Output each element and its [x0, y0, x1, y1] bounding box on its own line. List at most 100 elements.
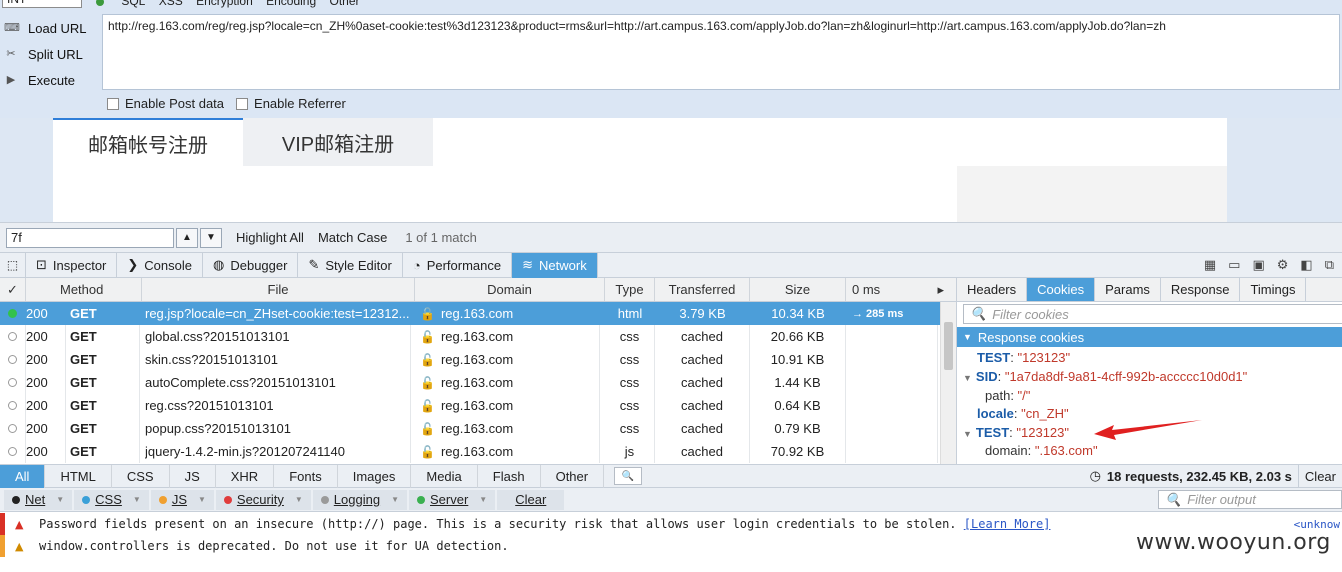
col-timeline[interactable]: 0 ms ▸ — [846, 278, 956, 301]
cookie-attr-row: path: "/" — [985, 388, 1031, 403]
row-size: 10.34 KB — [771, 306, 825, 321]
tab-inspector[interactable]: ⊡ Inspector — [26, 252, 118, 278]
severity-bar — [0, 513, 5, 535]
filter-images[interactable]: Images — [338, 464, 412, 488]
menu-sql[interactable]: SQL — [121, 0, 145, 8]
screenshot-icon[interactable]: ▣ — [1252, 257, 1264, 273]
tab-console-label: Console — [144, 257, 192, 273]
filter-all[interactable]: All — [0, 464, 46, 488]
tab-cookies[interactable]: Cookies — [1027, 278, 1096, 301]
match-case-button[interactable]: Match Case — [318, 230, 387, 245]
execute-button[interactable]: ▶ Execute — [0, 67, 100, 93]
tab-headers[interactable]: Headers — [957, 278, 1028, 301]
message-text: window.controllers is deprecated. Do not… — [39, 539, 509, 553]
console-filter-server[interactable]: Server ▼ — [409, 489, 496, 510]
find-next-button[interactable]: ▼ — [200, 227, 222, 248]
col-type[interactable]: Type — [605, 278, 655, 301]
message-source-link[interactable]: <unknow — [1294, 518, 1340, 531]
dock-icon[interactable]: ◧ — [1300, 257, 1312, 273]
col-method[interactable]: Method — [26, 278, 142, 301]
tab-console[interactable]: ❯ Console — [117, 252, 203, 278]
network-row[interactable]: 200 GET global.css?20151013101 🔓 reg.163.com… — [0, 325, 940, 348]
filter-output-input[interactable]: 🔍 Filter output — [1158, 490, 1342, 509]
network-row[interactable]: 200 GET popup.css?20151013101 🔓 reg.163.com c… — [0, 417, 940, 440]
col-status[interactable]: ✓ — [0, 278, 26, 301]
find-input[interactable]: 7f — [6, 227, 174, 248]
load-url-button[interactable]: ⌨ Load URL — [0, 15, 100, 41]
filter-fonts[interactable]: Fonts — [274, 464, 338, 488]
menu-encryption[interactable]: Encryption — [196, 0, 253, 8]
url-textarea[interactable]: http://reg.163.com/reg/reg.jsp?locale=cn… — [102, 14, 1340, 90]
console-filter-net[interactable]: Net ▼ — [4, 489, 73, 510]
tab-performance[interactable]: ◔ Performance — [403, 252, 513, 278]
network-row[interactable]: 200 GET reg.jsp?locale=cn_ZHset-cookie:tes… — [0, 302, 940, 325]
row-status: 200 — [26, 417, 66, 440]
tab-timings[interactable]: Timings — [1240, 278, 1307, 301]
console-filter-logging[interactable]: Logging ▼ — [312, 489, 407, 510]
filter-html[interactable]: HTML — [45, 464, 112, 488]
gauge-icon: ◔ — [412, 257, 421, 273]
tab-network[interactable]: ≋ Network — [512, 252, 598, 278]
learn-more-link[interactable]: [Learn More] — [964, 517, 1051, 531]
row-transferred: cached — [655, 417, 750, 440]
tab-debugger[interactable]: ◍ Debugger — [203, 252, 299, 278]
console-filter-css[interactable]: CSS ▼ — [74, 489, 149, 510]
filter-media[interactable]: Media — [411, 464, 478, 488]
network-row[interactable]: 200 GET skin.css?20151013101 🔓 reg.163.com cs… — [0, 348, 940, 371]
row-type: js — [605, 440, 655, 463]
console-filter-js[interactable]: JS ▼ — [150, 489, 214, 510]
find-bar: 7f ▲ ▼ Highlight All Match Case 1 of 1 m… — [0, 222, 1342, 252]
responsive-icon[interactable]: ▭ — [1228, 257, 1240, 273]
undock-icon[interactable]: ⧉ — [1325, 257, 1334, 273]
network-scrollbar[interactable] — [940, 302, 956, 464]
filter-flash[interactable]: Flash — [478, 464, 541, 488]
category-dot-icon — [158, 495, 167, 504]
network-row[interactable]: 200 GET reg.css?20151013101 🔓 reg.163.com css… — [0, 394, 940, 417]
tab-style-editor[interactable]: ✎ Style Editor — [298, 252, 403, 278]
col-size[interactable]: Size — [750, 278, 846, 301]
network-row[interactable]: 200 GET autoComplete.css?20151013101 🔓 reg.1… — [0, 371, 940, 394]
row-domain: reg.163.com — [440, 352, 514, 367]
console-messages: ▲ Password fields present on an insecure… — [0, 512, 1342, 572]
filter-other[interactable]: Other — [541, 464, 605, 488]
split-url-button[interactable]: ✂ Split URL — [0, 41, 100, 67]
cookie-key: TEST — [975, 425, 1010, 440]
scrollbar-thumb[interactable] — [944, 322, 953, 370]
menu-other[interactable]: Other — [330, 0, 360, 8]
network-clear-button[interactable]: Clear — [1297, 464, 1342, 488]
highlight-all-button[interactable]: Highlight All — [236, 230, 304, 245]
tab-vip-mail[interactable]: VIP邮箱注册 — [243, 118, 433, 166]
category-dot-icon — [417, 495, 425, 504]
enable-post-checkbox[interactable]: Enable Post data — [107, 96, 224, 111]
type-combo[interactable]: INT — [2, 0, 82, 8]
tab-mail-account[interactable]: 邮箱帐号注册 — [53, 118, 243, 166]
filter-css[interactable]: CSS — [112, 464, 170, 488]
filter-js[interactable]: JS — [170, 464, 216, 488]
filter-cookies-input[interactable]: 🔍 Filter cookies — [963, 304, 1342, 324]
console-filter-label: Security — [236, 492, 284, 507]
find-previous-button[interactable]: ▲ — [176, 227, 198, 248]
filter-xhr[interactable]: XHR — [216, 464, 275, 488]
col-transferred[interactable]: Transferred — [655, 278, 750, 301]
chevron-up-icon: ▲ — [182, 232, 192, 243]
element-picker-icon[interactable]: ⬚ — [0, 253, 26, 277]
tab-params[interactable]: Params — [1095, 278, 1161, 301]
menu-encoding[interactable]: Encoding — [266, 0, 316, 8]
layout-icon[interactable]: ▦ — [1204, 257, 1216, 273]
play-icon: ▶ — [6, 74, 16, 86]
console-clear-button[interactable]: Clear — [497, 489, 565, 510]
search-icon[interactable]: 🔍 — [614, 467, 643, 485]
network-row[interactable]: 200 GET jquery-1.4.2-min.js?201207241140 🔓 r… — [0, 440, 940, 463]
col-file[interactable]: File — [142, 278, 415, 301]
col-domain[interactable]: Domain — [415, 278, 605, 301]
menu-xss[interactable]: XSS — [159, 0, 183, 8]
enable-referrer-checkbox[interactable]: Enable Referrer — [236, 96, 346, 111]
tab-response[interactable]: Response — [1161, 278, 1241, 301]
cookie-row[interactable]: ▼ TEST: "123123" — [963, 425, 1069, 440]
console-filter-security[interactable]: Security ▼ — [215, 489, 311, 510]
response-cookies-section[interactable]: ▼ Response cookies — [957, 327, 1342, 347]
gear-icon[interactable]: ⚙ — [1277, 257, 1289, 273]
cookie-row[interactable]: ▼ SID: "1a7da8df-9a81-4cff-992b-accccc10d… — [963, 369, 1247, 384]
row-size: 70.92 KB — [750, 440, 846, 463]
expand-icon[interactable]: ▸ — [937, 282, 944, 298]
